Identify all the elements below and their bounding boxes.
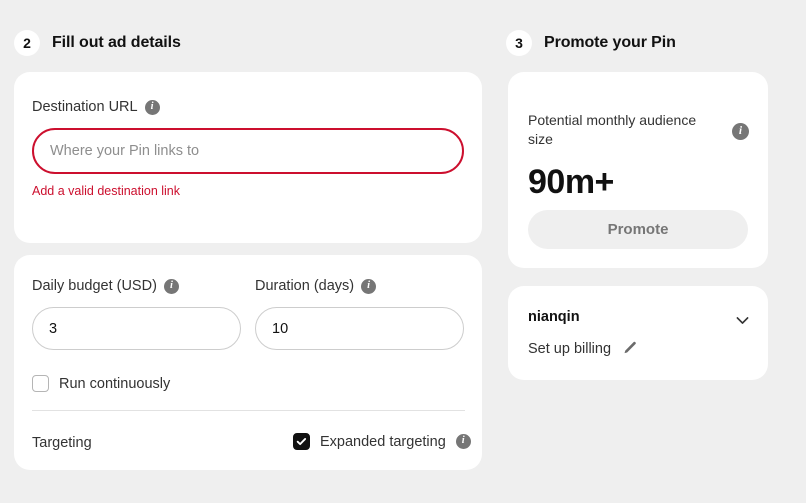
info-icon[interactable]: i <box>361 278 377 294</box>
step-number-badge-3: 3 <box>506 30 532 56</box>
expanded-targeting-row[interactable]: Expanded targeting i <box>293 433 471 450</box>
account-name: nianqin <box>528 309 580 325</box>
section-divider <box>32 410 465 411</box>
info-icon[interactable]: i <box>144 99 160 115</box>
destination-url-label: Destination URL <box>32 99 138 115</box>
run-continuously-label: Run continuously <box>59 375 171 392</box>
duration-input-wrap <box>255 307 464 350</box>
section-header-ad-details: 2 Fill out ad details <box>14 30 181 56</box>
duration-label-row: Duration (days) i <box>255 278 377 294</box>
destination-url-error-message: Add a valid destination link <box>32 184 181 198</box>
expanded-targeting-label: Expanded targeting <box>320 433 446 450</box>
destination-url-label-row: Destination URL i <box>32 99 160 115</box>
expanded-targeting-checkbox[interactable] <box>293 433 310 450</box>
step-number-badge-2: 2 <box>14 30 40 56</box>
destination-url-input[interactable] <box>32 128 464 174</box>
promote-button[interactable]: Promote <box>528 210 748 249</box>
info-icon[interactable]: i <box>455 434 471 449</box>
run-continuously-checkbox[interactable] <box>32 375 49 392</box>
daily-budget-input-wrap <box>32 307 241 350</box>
section-title-ad-details: Fill out ad details <box>52 34 181 51</box>
duration-input[interactable] <box>255 307 464 350</box>
section-title-promote: Promote your Pin <box>544 34 676 51</box>
destination-url-card: Destination URL i Add a valid destinatio… <box>14 72 482 243</box>
info-icon[interactable]: i <box>163 278 179 294</box>
account-billing-card: nianqin Set up billing <box>508 286 768 380</box>
info-icon[interactable]: i <box>732 123 749 140</box>
chevron-down-icon[interactable] <box>734 312 751 334</box>
duration-label: Duration (days) <box>255 278 355 294</box>
daily-budget-input[interactable] <box>32 307 241 350</box>
pencil-icon[interactable] <box>621 340 638 357</box>
budget-targeting-card: Daily budget (USD) i Duration (days) i R… <box>14 255 482 470</box>
targeting-label: Targeting <box>32 435 92 451</box>
destination-url-input-wrap <box>32 128 464 174</box>
audience-promote-card: Potential monthly audience size i 90m+ P… <box>508 72 768 268</box>
audience-size-label: Potential monthly audience size <box>528 112 697 147</box>
daily-budget-label-row: Daily budget (USD) i <box>32 278 179 294</box>
setup-billing-label: Set up billing <box>528 340 612 357</box>
daily-budget-label: Daily budget (USD) <box>32 278 157 294</box>
promote-pin-page: 2 Fill out ad details Destination URL i … <box>0 0 806 503</box>
setup-billing-row[interactable]: Set up billing <box>528 340 638 357</box>
section-header-promote: 3 Promote your Pin <box>506 30 676 56</box>
audience-size-value: 90m+ <box>528 163 614 201</box>
run-continuously-row[interactable]: Run continuously <box>32 375 170 392</box>
